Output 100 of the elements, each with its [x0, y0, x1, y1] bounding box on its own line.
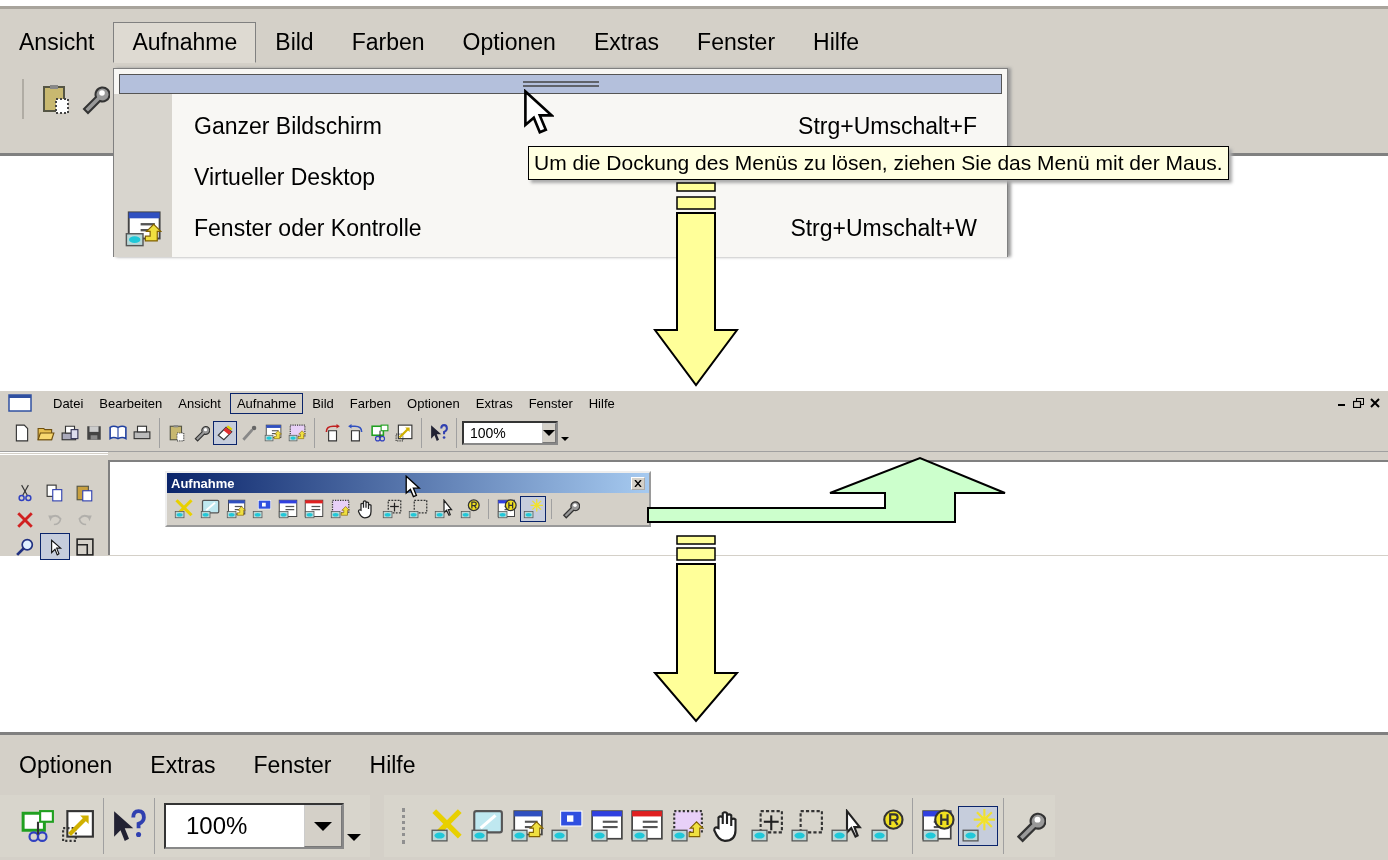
help-pointer-icon: [112, 809, 146, 843]
menu-item[interactable]: Extras: [131, 744, 235, 786]
menu-item[interactable]: Extras: [574, 21, 679, 63]
menu-item[interactable]: Fenster oder Kontrolle Strg+Umschalt+W: [172, 203, 1007, 254]
menu-item[interactable]: Hilfe: [581, 392, 622, 414]
toolbar-button[interactable]: [40, 533, 70, 560]
cross-capture-icon: [430, 809, 464, 843]
sparkle-icon: [523, 499, 543, 519]
window-form-icon: [630, 809, 664, 843]
dropdown-arrow-icon: [314, 821, 332, 831]
menu-item[interactable]: Aufnahme: [229, 392, 304, 414]
scanner-icon: [61, 424, 79, 442]
menu-item[interactable]: Farben: [332, 21, 444, 63]
mouse-pointer-icon: [523, 89, 555, 137]
caret-icon: [561, 437, 569, 441]
tooltip: Um die Dockung des Menüs zu lösen, ziehen Sie das Menü mit der Maus.: [528, 146, 1229, 180]
eraser-icon: [216, 424, 234, 442]
menu-item[interactable]: Bild: [305, 392, 341, 414]
menu-item[interactable]: Ansicht: [171, 392, 228, 414]
clipboard-icon: [40, 83, 72, 115]
page-icon: [13, 424, 31, 442]
close-button[interactable]: [631, 476, 645, 490]
delete-icon: [16, 510, 34, 529]
toolbar-button[interactable]: [261, 421, 285, 445]
paste-icon: [76, 483, 94, 502]
menu-item[interactable]: Hilfe: [794, 21, 879, 63]
copy-icon: [46, 483, 64, 502]
window-b-icon: [550, 809, 584, 843]
window-arrow-icon: [226, 499, 246, 519]
resize-icon: [61, 809, 95, 843]
frame-icon: [76, 537, 94, 556]
window-form-icon: [304, 499, 324, 519]
toolbar-button[interactable]: [213, 421, 237, 445]
menu-item[interactable]: Extras: [468, 392, 520, 414]
sparkle-icon: [961, 809, 995, 843]
crop-icon: [371, 424, 389, 442]
cross-capture-icon: [174, 499, 194, 519]
floppy-icon: [85, 424, 103, 442]
dotted-window-arrow-icon: [330, 499, 350, 519]
window-icon: [8, 394, 32, 412]
page-arrow-right-icon: [323, 424, 341, 442]
menu-item[interactable]: Bearbeiten: [92, 392, 170, 414]
display-icon: [470, 809, 504, 843]
dotted-frame-icon: [408, 499, 428, 519]
window-list-icon: [590, 809, 624, 843]
restore-icon[interactable]: [1353, 398, 1364, 408]
menu-item[interactable]: Optionen: [443, 21, 575, 63]
toolbar-title-bar[interactable]: Aufnahme: [167, 473, 649, 493]
menu-item[interactable]: Fenster: [521, 392, 580, 414]
grip-icon: [522, 80, 599, 88]
pointer-capture-icon: [434, 499, 454, 519]
menu-item[interactable]: Aufnahme: [113, 21, 257, 63]
badge-h-icon: [497, 499, 517, 519]
resize-icon: [395, 424, 413, 442]
window-arrow-icon: [124, 209, 162, 248]
pipette-icon: [240, 424, 258, 442]
toolbar-button[interactable]: [392, 421, 416, 445]
crop-icon: [21, 809, 55, 843]
close-icon: [634, 479, 642, 487]
window-arrow-icon: [264, 424, 282, 442]
dotted-window-arrow-icon: [670, 809, 704, 843]
move-frame-icon: [382, 499, 402, 519]
badge-r-icon: [460, 499, 480, 519]
toolbar-button[interactable]: [520, 496, 546, 522]
mouse-pointer-icon: [405, 475, 421, 499]
dropdown-arrow-icon: [543, 430, 555, 436]
pointer-capture-icon: [830, 809, 864, 843]
page-arrow-left-icon: [347, 424, 365, 442]
menu-item[interactable]: Fenster: [234, 744, 351, 786]
window-list-icon: [278, 499, 298, 519]
menu-item[interactable]: Hilfe: [350, 744, 435, 786]
wrench-icon: [192, 424, 210, 442]
zoom-dropdown[interactable]: 100%: [462, 421, 558, 445]
menu-item[interactable]: Optionen: [400, 392, 467, 414]
dotted-frame-icon: [790, 809, 824, 843]
book-icon: [109, 424, 127, 442]
badge-r-icon: [870, 809, 904, 843]
magnifier-icon: [16, 537, 34, 556]
printer-icon: [133, 424, 151, 442]
wrench-icon: [560, 499, 580, 519]
caret-icon: [347, 833, 361, 841]
help-pointer-icon: [430, 424, 448, 442]
move-frame-icon: [750, 809, 784, 843]
display-icon: [200, 499, 220, 519]
menu-item[interactable]: Datei: [46, 392, 91, 414]
menu-drag-handle[interactable]: [119, 74, 1002, 94]
clipboard-icon: [168, 424, 186, 442]
menu-item[interactable]: Ansicht: [0, 21, 114, 63]
menu-item[interactable]: Bild: [256, 21, 333, 63]
toolbar-button[interactable]: [958, 806, 998, 846]
window-b-icon: [252, 499, 272, 519]
badge-h-icon: [921, 809, 955, 843]
scissors-icon: [16, 483, 34, 502]
menu-item[interactable]: Optionen: [0, 744, 132, 786]
window-arrow-icon: [510, 809, 544, 843]
zoom-dropdown[interactable]: 100%: [164, 803, 344, 849]
menu-item[interactable]: Farben: [342, 392, 399, 414]
close-icon[interactable]: [1370, 398, 1380, 408]
dotted-window-arrow-icon: [288, 424, 306, 442]
menu-item[interactable]: Fenster: [678, 21, 795, 63]
